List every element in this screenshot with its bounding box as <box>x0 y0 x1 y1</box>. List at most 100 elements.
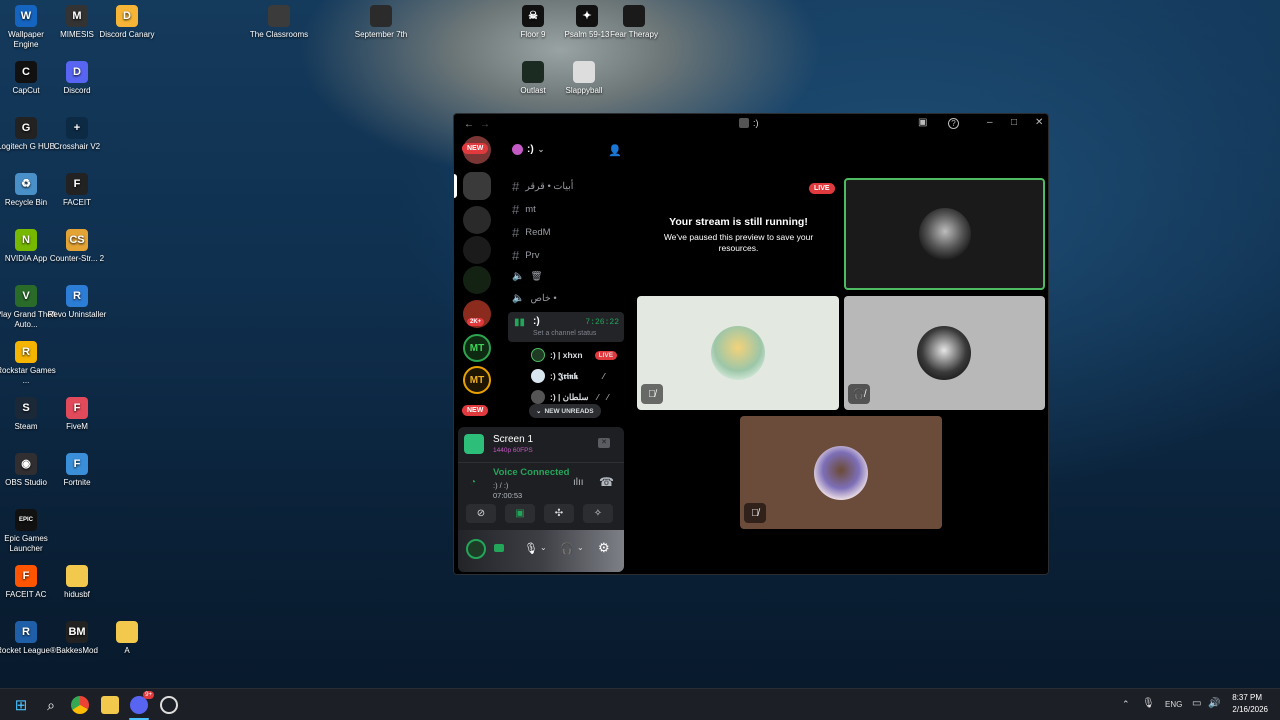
server-icon-mt-green[interactable]: MT <box>463 334 491 362</box>
chrome-icon[interactable] <box>71 696 89 714</box>
desktop-shortcut-label: September 7th <box>354 30 408 39</box>
desktop-shortcut[interactable]: EPIC Epic Games Launcher <box>0 509 57 554</box>
activities-icon: ✣ <box>554 508 564 519</box>
desktop-shortcut[interactable]: F Fortnite <box>46 453 108 488</box>
server-icon[interactable] <box>463 206 491 234</box>
voice-user[interactable]: :) 𝕵𝖗𝖎𝖓𝖐 ⁄ <box>531 369 604 383</box>
desktop-shortcut[interactable]: F FiveM <box>46 397 108 432</box>
desktop-shortcut-label: Discord Canary <box>99 30 155 39</box>
channel-item[interactable]: # mt <box>512 202 536 217</box>
avatar[interactable] <box>466 539 486 559</box>
logitech-icon: G <box>15 117 37 139</box>
stream-quality: 1440p 60FPS <box>493 447 533 454</box>
chevron-up-icon[interactable]: ⌃ <box>1122 699 1130 710</box>
screen-share-button[interactable]: ▣ <box>505 504 535 523</box>
voice-user[interactable]: :) | سلطان ⁄ ⁄ <box>531 390 608 404</box>
close-button[interactable]: ✕ <box>1035 117 1043 128</box>
desktop-shortcut[interactable]: The Classrooms <box>248 5 310 40</box>
inbox-icon[interactable]: ▣ <box>918 117 927 128</box>
server-icon[interactable] <box>463 172 491 200</box>
clock-time[interactable]: 8:37 PM <box>1222 693 1262 702</box>
soundboard-button[interactable]: ✧ <box>583 504 613 523</box>
server-icon[interactable] <box>463 236 491 264</box>
forward-arrow-icon[interactable]: → <box>480 119 490 130</box>
desktop-shortcut[interactable]: R Revo Uninstaller <box>46 285 108 320</box>
chevron-down-icon[interactable]: ⌄ <box>577 543 584 552</box>
back-arrow-icon[interactable]: ← <box>464 119 474 130</box>
voice-user[interactable]: :) | xhxn LIVE <box>531 348 618 362</box>
mic-muted-icon: ⁄ <box>597 392 599 402</box>
desktop-shortcut[interactable]: CS Counter-Str... 2 <box>46 229 108 264</box>
desktop-shortcut[interactable]: ☠ Floor 9 <box>502 5 564 40</box>
desktop-shortcut[interactable]: Slappyball <box>553 61 615 96</box>
desktop-shortcut[interactable]: F FACEIT <box>46 173 108 208</box>
desktop-shortcut-label: Fear Therapy <box>610 30 658 39</box>
disconnect-icon[interactable]: ☎ <box>599 475 614 489</box>
desktop-shortcut[interactable]: hidusbf <box>46 565 108 600</box>
desktop-shortcut-label: FiveM <box>66 422 88 431</box>
microphone-icon[interactable]: 🎙 <box>524 542 538 555</box>
noise-suppression-icon[interactable]: ılıı <box>573 477 584 488</box>
invite-icon[interactable]: 👤 <box>608 144 622 157</box>
help-icon[interactable]: ? <box>948 118 959 129</box>
maximize-button[interactable]: □ <box>1011 117 1017 128</box>
participant-tile[interactable]: 🎧̸ <box>844 296 1045 410</box>
speaker-icon: 🔈 <box>512 271 525 282</box>
participant-tile[interactable] <box>844 178 1045 290</box>
desktop-shortcut-label: Epic Games Launcher <box>4 534 48 553</box>
channel-status-placeholder[interactable]: Set a channel status <box>533 330 596 337</box>
voice-active-icon: ▮▮ <box>514 317 526 328</box>
desktop-shortcut[interactable]: R Rockstar Games ... <box>0 341 57 386</box>
desktop-shortcut[interactable]: D Discord Canary <box>96 5 158 40</box>
server-icon[interactable] <box>463 266 491 294</box>
desktop-shortcut[interactable]: A <box>96 621 158 656</box>
server-header[interactable]: :) ⌄ <box>512 144 544 155</box>
desktop-shortcut[interactable]: September 7th <box>350 5 412 40</box>
headphones-icon[interactable]: 🎧 <box>560 542 574 555</box>
settings-gear-icon[interactable]: ⚙ <box>598 540 610 556</box>
avatar <box>711 326 765 380</box>
stop-stream-icon[interactable]: ✕ <box>598 438 610 448</box>
participant-tile[interactable]: 🎙̸ <box>637 296 839 410</box>
language-indicator[interactable]: ENG <box>1165 700 1182 709</box>
desktop-shortcut-label: Crosshair V2 <box>53 142 101 151</box>
channel-item[interactable]: # أبيات • قرقر <box>512 179 573 194</box>
participant-tile[interactable]: 🎙̸ <box>740 416 942 529</box>
new-unreads-button[interactable]: ⌄ NEW UNREADS <box>529 404 601 418</box>
new-pill-bottom[interactable]: NEW <box>462 405 489 416</box>
voice-channel-item[interactable]: 🔈 🗑 <box>512 271 543 282</box>
chevron-down-icon[interactable]: ⌄ <box>540 543 547 552</box>
voice-connected-label[interactable]: Voice Connected <box>493 467 569 478</box>
discord-taskbar-icon[interactable]: 9+ <box>130 691 154 714</box>
crosshair-taskbar-icon[interactable] <box>160 696 178 714</box>
server-avatar-icon <box>739 118 749 128</box>
counter-strike-icon: CS <box>66 229 88 251</box>
desktop-shortcut[interactable]: D Discord <box>46 61 108 96</box>
rockstar-icon: R <box>15 341 37 363</box>
network-icon[interactable]: ▭ <box>1192 698 1201 709</box>
channel-item[interactable]: # Prv <box>512 248 539 263</box>
own-stream-tile[interactable]: LIVE Your stream is still running! We've… <box>635 178 842 290</box>
channel-item[interactable]: # RedM <box>512 225 551 240</box>
new-pill[interactable]: NEW <box>462 143 489 154</box>
discord-icon: D <box>66 61 88 83</box>
file-explorer-icon[interactable] <box>101 696 119 714</box>
minimize-button[interactable]: – <box>987 117 993 128</box>
windows-start-icon[interactable]: ⊞ <box>12 696 30 714</box>
desktop-shortcut-label: Floor 9 <box>520 30 546 39</box>
camera-off-button[interactable]: ⊘ <box>466 504 496 523</box>
faceit-icon: F <box>66 173 88 195</box>
server-icon-mt-gold[interactable]: MT <box>463 366 491 394</box>
clock-date[interactable]: 2/16/2026 <box>1222 705 1268 714</box>
desktop-shortcut[interactable]: + Crosshair V2 <box>46 117 108 152</box>
active-voice-channel[interactable]: ▮▮ :) 7:26:22 Set a channel status <box>508 312 624 342</box>
microphone-tray-icon[interactable]: 🎙 <box>1142 698 1155 709</box>
faceit-ac-icon: F <box>15 565 37 587</box>
notification-badge: 9+ <box>143 691 154 699</box>
search-icon[interactable]: ⌕ <box>42 696 60 714</box>
voice-channel-item[interactable]: 🔈 خاص • <box>512 293 557 304</box>
desktop-shortcut[interactable]: Fear Therapy <box>603 5 665 40</box>
activities-button[interactable]: ✣ <box>544 504 574 523</box>
volume-icon[interactable]: 🔊 <box>1208 698 1220 709</box>
taskbar: ⊞ ⌕ 9+ ⌃ 🎙 ENG ▭ 🔊 8:37 PM 2/16/2026 <box>0 688 1280 720</box>
